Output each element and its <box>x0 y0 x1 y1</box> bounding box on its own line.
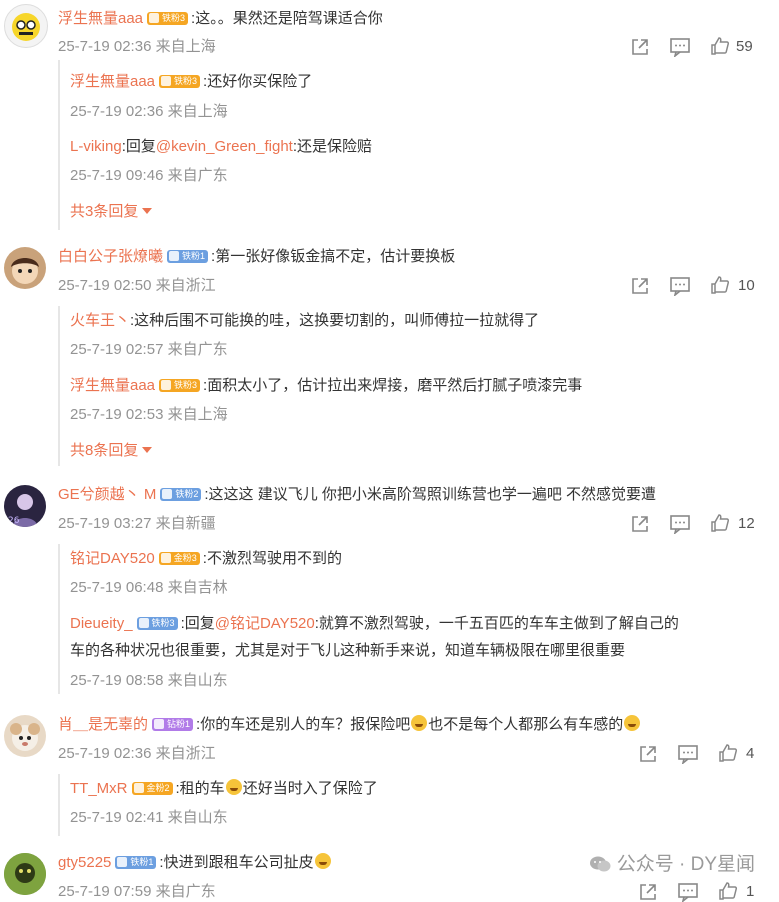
timestamp-location: 25-7-19 02:53 来自上海 <box>70 406 228 423</box>
expand-replies-button[interactable]: 共8条回复 <box>70 441 153 461</box>
username[interactable]: L-viking <box>70 138 122 155</box>
like-icon[interactable] <box>710 513 730 533</box>
avatar[interactable] <box>4 715 46 757</box>
fan-badge: 金粉3 <box>158 552 200 565</box>
reply-text: :这种后围不可能换的哇，这换要切割的，叫师傅拉一拉就得了 <box>130 312 540 329</box>
timestamp-location: 25-7-19 08:58 来自山东 <box>70 672 228 689</box>
username[interactable]: TT_MxR <box>70 780 128 797</box>
crying-laugh-emoji <box>411 715 428 731</box>
comment-text-continued: 也不是每个人都那么有车感的 <box>428 716 624 733</box>
avatar[interactable] <box>4 4 48 48</box>
timestamp-location: 25-7-19 03:27 来自新疆 <box>58 515 216 532</box>
fan-badge: 铁粉3 <box>159 379 201 392</box>
username[interactable]: Dieueity_ <box>70 615 133 632</box>
like-count: 1 <box>746 883 755 900</box>
comment-text: :快进到跟租车公司扯皮 <box>159 854 314 871</box>
username[interactable]: 白白公子张燎曦 <box>58 248 163 265</box>
reply-text: :还好你买保险了 <box>203 73 313 90</box>
timestamp-location: 25-7-19 02:41 来自山东 <box>70 809 228 826</box>
reply-text-continued: 还好当时入了保险了 <box>242 780 378 797</box>
fan-badge: 钻粉1 <box>152 718 194 731</box>
like-icon[interactable] <box>718 743 738 763</box>
username[interactable]: gty5225 <box>58 854 111 871</box>
mention-link[interactable]: @铭记DAY520 <box>215 615 315 632</box>
like-count: 59 <box>736 38 753 55</box>
comment-icon[interactable] <box>677 882 699 902</box>
like-count: 10 <box>738 277 755 294</box>
share-icon[interactable] <box>638 882 658 902</box>
expand-replies-button[interactable]: 共3条回复 <box>70 202 153 222</box>
username[interactable]: 浮生無量aaa <box>70 73 155 90</box>
like-icon[interactable] <box>710 275 730 295</box>
fan-badge: 金粉2 <box>131 782 173 795</box>
reply-thread: 浮生無量aaa 铁粉3:还好你买保险了 25-7-19 02:36 来自上海 L-… <box>58 60 779 230</box>
reply-thread: TT_MxR 金粉2:租的车 还好当时入了保险了 25-7-19 02:41 来自山… <box>58 774 779 836</box>
avatar[interactable]: 26 <box>4 485 46 527</box>
comment-icon[interactable] <box>669 276 691 296</box>
timestamp-location: 25-7-19 02:57 来自广东 <box>70 341 228 358</box>
share-icon[interactable] <box>630 37 650 57</box>
username[interactable]: 铭记DAY520 <box>70 550 155 567</box>
comment-icon[interactable] <box>669 37 691 57</box>
fan-badge: 铁粉1 <box>167 250 209 263</box>
watermark: 公众号 · DY星闻 <box>589 849 755 876</box>
reply-text: :不激烈驾驶用不到的 <box>202 550 342 567</box>
like-icon[interactable] <box>718 881 738 901</box>
timestamp-location: 25-7-19 06:48 来自吉林 <box>70 579 228 596</box>
fan-badge: 铁粉1 <box>115 856 157 869</box>
crying-laugh-emoji <box>314 853 331 869</box>
avatar[interactable] <box>4 247 46 289</box>
svg-text:26: 26 <box>8 516 20 526</box>
reply-prefix: :回复 <box>121 138 156 155</box>
like-count: 12 <box>738 515 755 532</box>
like-icon[interactable] <box>710 36 730 56</box>
timestamp-location: 25-7-19 09:46 来自广东 <box>70 167 228 184</box>
avatar[interactable] <box>4 853 46 895</box>
username[interactable]: 火车王丶 <box>70 312 130 329</box>
smirk-emoji <box>624 715 641 731</box>
laughing-emoji <box>225 779 242 795</box>
comment-text: :这。。果然还是陪驾课适合你 <box>191 10 383 27</box>
reply-text: :租的车 <box>175 780 225 797</box>
reply-thread: 铭记DAY520 金粉3:不激烈驾驶用不到的 25-7-19 06:48 来自吉林… <box>58 544 779 694</box>
timestamp-location: 25-7-19 07:59 来自广东 <box>58 883 216 900</box>
wechat-icon <box>589 855 611 873</box>
reply-text-continued: 车的各种状况也很重要，尤其是对于飞儿这种新手来说，知道车辆极限在哪里很重要 <box>70 642 626 659</box>
fan-badge: 铁粉3 <box>136 617 178 630</box>
timestamp-location: 25-7-19 02:36 来自上海 <box>58 38 216 55</box>
reply-thread: 火车王丶:这种后围不可能换的哇，这换要切割的，叫师傅拉一拉就得了 25-7-19… <box>58 306 779 466</box>
fan-badge: 铁粉2 <box>160 488 202 501</box>
fan-badge: 铁粉3 <box>147 12 189 25</box>
fan-badge: 铁粉3 <box>159 75 201 88</box>
comment-text: :你的车还是别人的车？报保险吧 <box>196 716 411 733</box>
share-icon[interactable] <box>638 744 658 764</box>
username[interactable]: 浮生無量aaa <box>70 377 155 394</box>
comment-icon[interactable] <box>669 514 691 534</box>
mention-link[interactable]: @kevin_Green_fight <box>156 138 293 155</box>
timestamp-location: 25-7-19 02:36 来自上海 <box>70 103 228 120</box>
reply-prefix: :回复 <box>180 615 215 632</box>
share-icon[interactable] <box>630 514 650 534</box>
reply-text: :还是保险赔 <box>292 138 373 155</box>
comment-text: :第一张好像钣金搞不定，估计要换板 <box>211 248 456 265</box>
comment-icon[interactable] <box>677 744 699 764</box>
username[interactable]: 肖＿是无辜的 <box>58 716 148 733</box>
timestamp-location: 25-7-19 02:50 来自浙江 <box>58 277 216 294</box>
reply-text: :面积太小了，估计拉出来焊接，磨平然后打腻子喷漆完事 <box>203 377 583 394</box>
like-count: 4 <box>746 745 755 762</box>
username[interactable]: GE兮颜越丶 M <box>58 486 156 503</box>
reply-text: :就算不激烈驾驶，一千五百匹的车车主做到了解自己的 <box>314 615 679 632</box>
comment-text: :这这这 建议飞儿 你把小米高阶驾照训练营也学一遍吧 不然感觉要遭 <box>204 486 657 503</box>
timestamp-location: 25-7-19 02:36 来自浙江 <box>58 745 216 762</box>
username[interactable]: 浮生無量aaa <box>58 10 143 27</box>
share-icon[interactable] <box>630 276 650 296</box>
